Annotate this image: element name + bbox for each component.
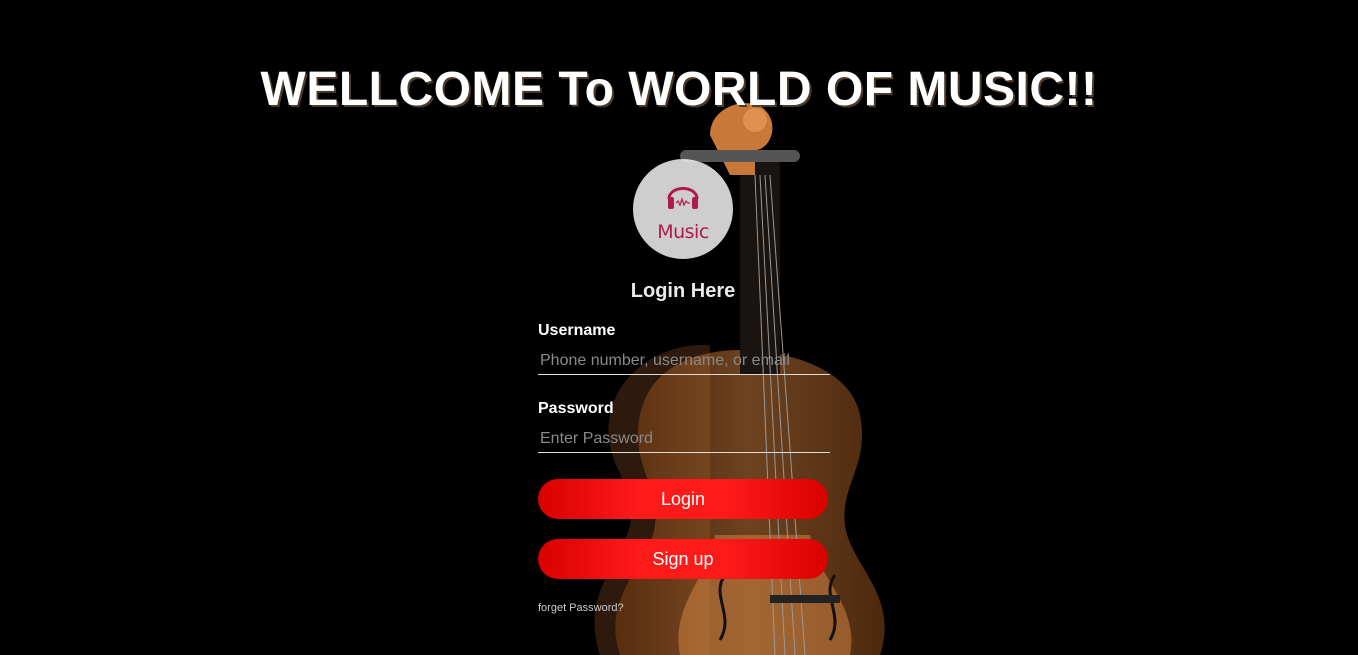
forget-password-link[interactable]: forget Password? — [538, 602, 624, 614]
signup-button[interactable]: Sign up — [538, 539, 828, 579]
page-title: WELLCOME To WORLD OF MUSIC!! — [260, 63, 1098, 116]
username-input[interactable] — [538, 348, 830, 375]
logo-text: Music — [657, 221, 709, 243]
login-button[interactable]: Login — [538, 479, 828, 519]
music-logo: Music — [633, 159, 733, 259]
password-label: Password — [538, 400, 614, 417]
login-heading: Login Here — [630, 280, 736, 302]
headphones-icon — [667, 187, 699, 209]
username-label: Username — [538, 322, 616, 339]
password-input[interactable] — [538, 426, 830, 453]
